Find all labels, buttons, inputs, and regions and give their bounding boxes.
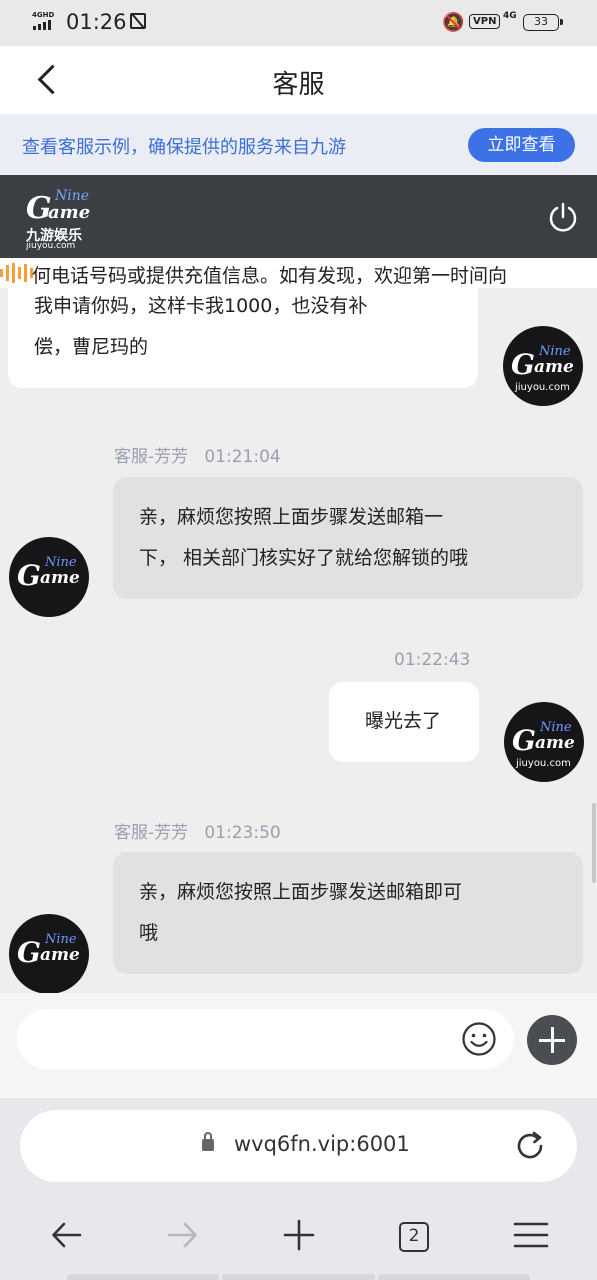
verification-banner: 查看客服示例，确保提供的服务来自九游 立即查看 <box>0 114 597 175</box>
app-header: 客服 <box>0 46 597 114</box>
message-time: 01:21:04 <box>204 447 281 467</box>
vpn-badge: VPN <box>469 14 501 29</box>
menu-icon[interactable] <box>513 1215 549 1255</box>
status-bar: 4GHD 01:26 🔕 VPN 4G 33 <box>0 0 597 46</box>
logo-url: jiuyou.com <box>515 382 570 393</box>
emoji-icon[interactable] <box>461 1021 497 1057</box>
brand-bar: G Nine ame 九游娱乐 jiuyou.com <box>0 175 597 258</box>
battery-icon: 33 <box>523 14 563 31</box>
sound-wave-icon <box>0 263 33 283</box>
screenshot-blocked-icon <box>130 13 146 29</box>
logo-g: G <box>17 559 41 592</box>
chat-bubble: 亲，麻烦您按照上面步骤发送邮箱一 下， 相关部门核实好了就给您解锁的哦 <box>113 477 583 599</box>
logo-ame: ame <box>40 568 80 588</box>
bottom-tab-strip <box>67 1274 530 1280</box>
message-line: 我申请你妈，这样卡我1000，也没有补 <box>34 295 368 317</box>
agent-name: 客服-芳芳 <box>114 447 189 467</box>
forward-arrow-icon[interactable] <box>165 1215 199 1255</box>
chat-scrollbar[interactable] <box>592 803 596 883</box>
address-bar[interactable]: wvq6fn.vip:6001 <box>20 1110 577 1182</box>
notice-marquee: 何电话号码或提供充值信息。如有发现，欢迎第一时间向 <box>0 258 597 288</box>
logo-ame: ame <box>535 733 575 753</box>
logo-g: G <box>17 936 41 969</box>
message-line: 哦 <box>139 922 159 944</box>
logo-g: G <box>512 724 536 757</box>
avatar: G Nine ame jiuyou.com <box>504 702 584 782</box>
message-line: 曝光去了 <box>365 710 442 732</box>
message-line: 亲，麻烦您按照上面步骤发送邮箱即可 <box>139 881 463 903</box>
back-arrow-icon[interactable] <box>50 1215 84 1255</box>
logo-ame: ame <box>48 202 91 223</box>
marquee-text: 何电话号码或提供充值信息。如有发现，欢迎第一时间向 <box>32 265 508 287</box>
lock-icon <box>202 1132 214 1151</box>
message-meta: 客服-芳芳 01:21:04 <box>114 442 281 467</box>
message-time: 01:22:43 <box>394 650 471 670</box>
message-line: 下， 相关部门核实好了就给您解锁的哦 <box>139 547 469 569</box>
logo-ame: ame <box>40 945 80 965</box>
message-line: 偿，曹尼玛的 <box>34 336 149 358</box>
mute-bell-icon: 🔕 <box>442 12 465 33</box>
agent-name: 客服-芳芳 <box>114 823 189 843</box>
view-now-button[interactable]: 立即查看 <box>468 128 575 162</box>
avatar: G Nine ame jiuyou.com <box>503 326 583 406</box>
avatar: G Nine ame <box>9 537 89 617</box>
browser-toolbar: wvq6fn.vip:6001 2 <box>0 1098 597 1280</box>
network-type-label: 4GHD <box>32 11 55 19</box>
chat-bubble: 亲，麻烦您按照上面步骤发送邮箱即可 哦 <box>113 852 583 974</box>
tab-strip-item[interactable] <box>377 1274 530 1280</box>
reload-icon[interactable] <box>512 1128 548 1164</box>
chat-bubble: 我申请你妈，这样卡我1000，也没有补 偿，曹尼玛的 <box>8 288 478 388</box>
brand-logo: G Nine ame 九游娱乐 jiuyou.com <box>22 183 94 251</box>
signal-icon <box>33 20 51 30</box>
message-line: 亲，麻烦您按照上面步骤发送邮箱一 <box>139 506 444 528</box>
message-time: 01:23:50 <box>204 823 281 843</box>
logo-url: jiuyou.com <box>26 241 76 251</box>
avatar: G Nine ame <box>9 914 89 993</box>
tab-strip-item[interactable] <box>67 1274 220 1280</box>
status-time: 01:26 <box>66 10 127 34</box>
message-input[interactable] <box>17 1009 514 1069</box>
chat-area[interactable]: 我申请你妈，这样卡我1000，也没有补 偿，曹尼玛的 G Nine ame jiuyo… <box>0 288 597 993</box>
message-meta: 客服-芳芳 01:23:50 <box>114 818 281 843</box>
new-tab-icon[interactable] <box>282 1215 316 1255</box>
logo-url: jiuyou.com <box>516 758 571 769</box>
chat-bubble: 曝光去了 <box>329 682 479 762</box>
message-input-bar <box>0 993 597 1098</box>
url-text[interactable]: wvq6fn.vip:6001 <box>234 1132 410 1156</box>
banner-text[interactable]: 查看客服示例，确保提供的服务来自九游 <box>22 133 346 159</box>
logo-g: G <box>511 348 535 381</box>
logo-ame: ame <box>534 357 574 377</box>
power-icon[interactable] <box>547 201 579 233</box>
tabs-button[interactable]: 2 <box>399 1222 429 1252</box>
mobile-data-label: 4G <box>503 11 517 21</box>
page-title: 客服 <box>272 70 325 100</box>
tab-strip-item[interactable] <box>222 1274 375 1280</box>
add-attachment-button[interactable] <box>527 1015 577 1065</box>
